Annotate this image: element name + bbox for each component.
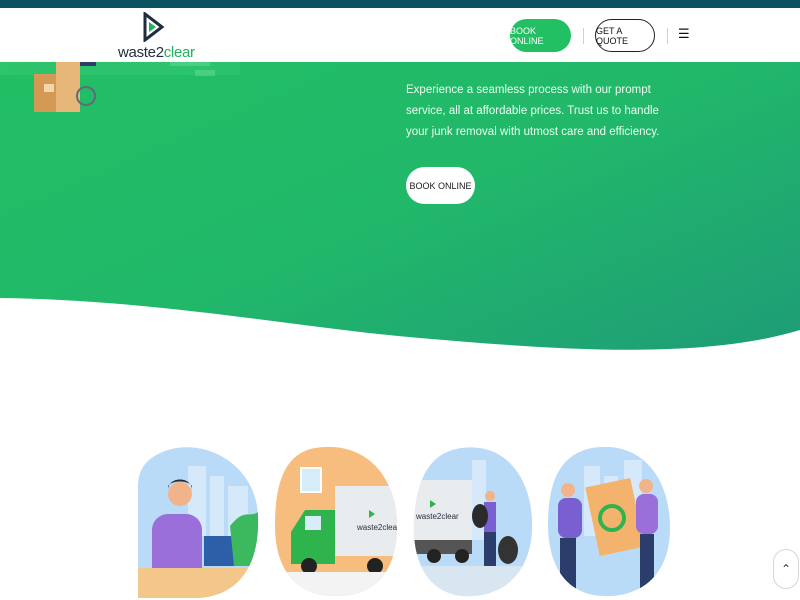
- hero-book-online-button[interactable]: BOOK ONLINE: [406, 167, 475, 204]
- card-brand-text: waste2clear: [415, 512, 459, 521]
- scroll-to-top-button[interactable]: ⌃: [773, 549, 799, 589]
- service-card-delivery-van: waste2clear: [275, 446, 397, 597]
- header-divider: [667, 28, 668, 44]
- get-quote-button[interactable]: GET A QUOTE: [595, 19, 655, 52]
- service-card-recycling: [548, 446, 670, 597]
- hero-description: Experience a seamless process with our p…: [406, 84, 660, 138]
- book-online-button[interactable]: BOOK ONLINE: [510, 19, 571, 52]
- service-card-call-center: [138, 447, 259, 598]
- logo-text: waste2clear: [118, 44, 195, 61]
- site-header: waste2clear BOOK ONLINE GET A QUOTE ☰: [0, 8, 800, 62]
- logo-text-clear: clear: [163, 44, 195, 61]
- logo-play-icon: [143, 12, 165, 42]
- card-brand-text: waste2clear: [356, 523, 397, 532]
- logo-text-waste: waste: [118, 44, 156, 61]
- top-accent-bar: [0, 0, 800, 8]
- header-divider: [583, 28, 584, 44]
- chevron-up-icon: ⌃: [780, 562, 792, 576]
- logo-text-two: 2: [155, 44, 164, 61]
- site-logo[interactable]: waste2clear: [118, 12, 198, 62]
- service-card-truck-loading: waste2clear: [413, 447, 533, 597]
- hamburger-menu-icon[interactable]: ☰: [678, 27, 690, 40]
- page: waste2clear BOOK ONLINE GET A QUOTE ☰ Ex…: [0, 0, 800, 600]
